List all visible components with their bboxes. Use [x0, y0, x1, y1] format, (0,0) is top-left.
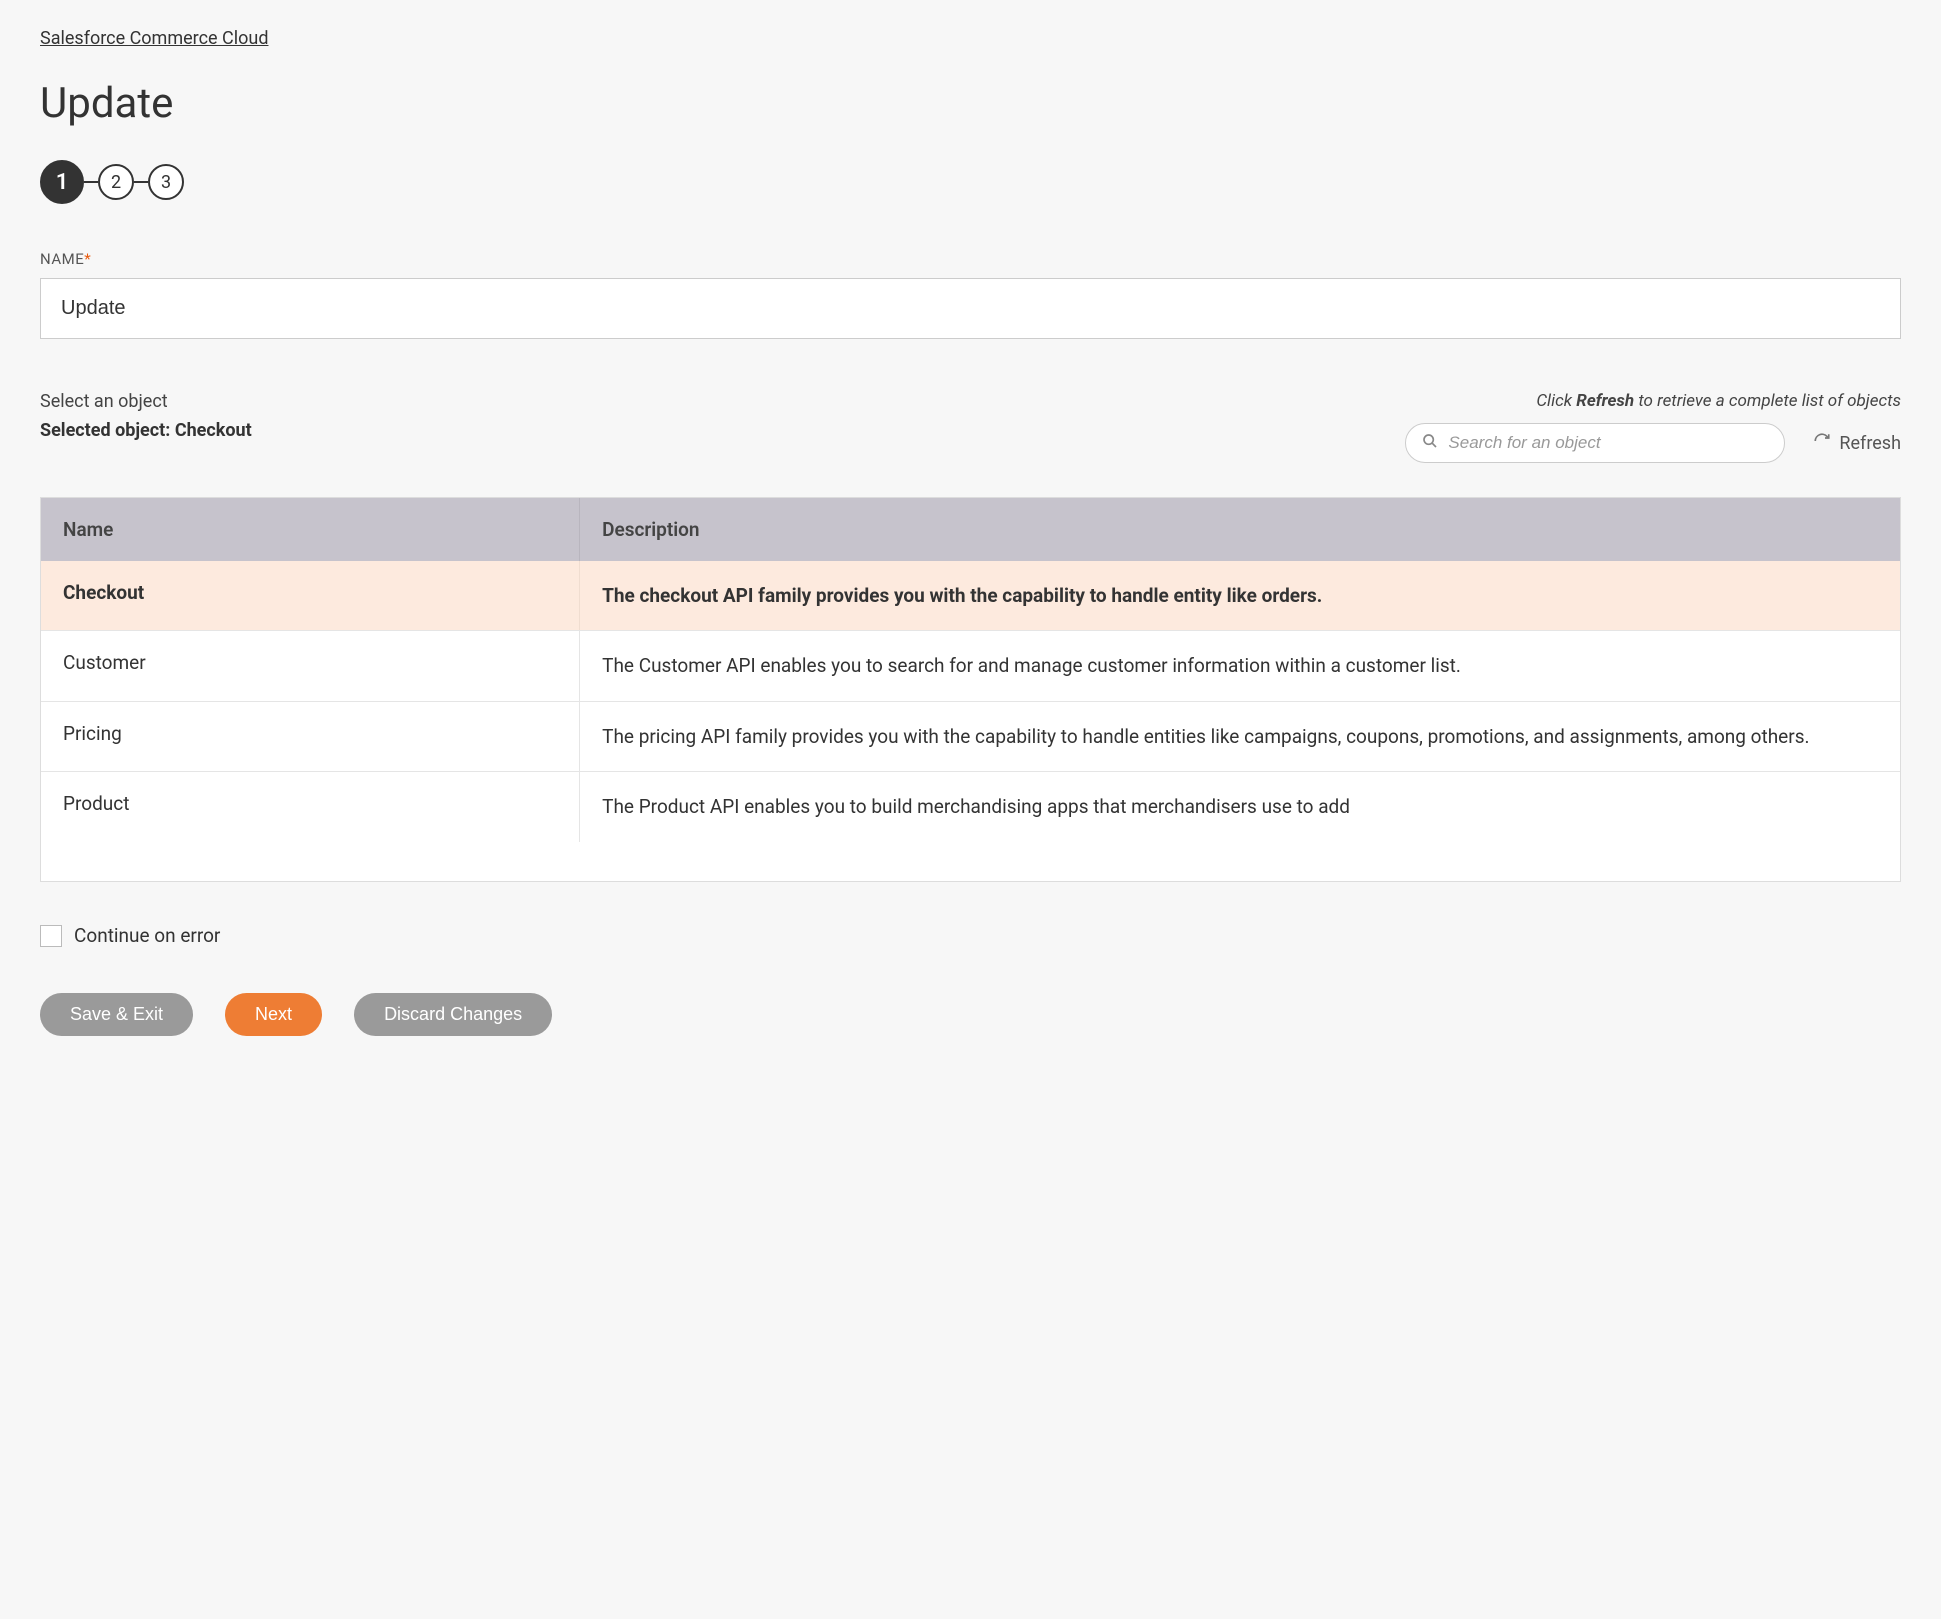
table-cell-description: The Customer API enables you to search f… [580, 631, 1900, 700]
select-object-label: Select an object [40, 391, 252, 412]
step-connector [134, 181, 148, 183]
table-cell-description: The Product API enables you to build mer… [580, 772, 1900, 841]
object-section: Select an object Selected object: Checko… [40, 391, 1901, 882]
search-box[interactable] [1405, 423, 1785, 463]
name-label-text: NAME [40, 250, 84, 268]
name-field-label: NAME* [40, 250, 1901, 268]
required-mark: * [84, 250, 91, 268]
objects-table: Name Description CheckoutThe checkout AP… [40, 497, 1901, 882]
name-field-block: NAME* [40, 250, 1901, 339]
hint-suffix: to retrieve a complete list of objects [1638, 391, 1901, 411]
table-row[interactable]: CheckoutThe checkout API family provides… [41, 561, 1900, 630]
table-cell-name: Checkout [41, 561, 580, 630]
hint-bold: Refresh [1576, 391, 1634, 411]
page-title: Update [40, 79, 1901, 128]
table-body[interactable]: CheckoutThe checkout API family provides… [41, 561, 1900, 881]
table-header-name: Name [41, 498, 580, 561]
table-row[interactable]: PricingThe pricing API family provides y… [41, 701, 1900, 771]
footer-buttons: Save & Exit Next Discard Changes [40, 993, 1901, 1036]
step-1[interactable]: 1 [40, 160, 84, 204]
continue-on-error-checkbox[interactable] [40, 925, 62, 947]
table-cell-name: Customer [41, 631, 580, 700]
step-2[interactable]: 2 [98, 164, 134, 200]
hint-prefix: Click [1536, 391, 1572, 411]
step-connector [84, 181, 98, 183]
save-exit-button[interactable]: Save & Exit [40, 993, 193, 1036]
table-cell-name: Product [41, 772, 580, 841]
selected-object-value: Checkout [175, 420, 252, 441]
table-row[interactable]: CustomerThe Customer API enables you to … [41, 630, 1900, 700]
selected-object-label: Selected object: Checkout [40, 420, 252, 441]
search-input[interactable] [1448, 433, 1768, 453]
discard-button[interactable]: Discard Changes [354, 993, 552, 1036]
search-icon [1422, 433, 1438, 454]
table-row[interactable]: ProductThe Product API enables you to bu… [41, 771, 1900, 841]
step-3[interactable]: 3 [148, 164, 184, 200]
continue-on-error-row: Continue on error [40, 924, 1901, 947]
selected-object-prefix: Selected object: [40, 420, 170, 441]
table-header: Name Description [41, 498, 1900, 561]
table-header-description: Description [580, 498, 1900, 561]
refresh-hint: Click Refresh to retrieve a complete lis… [1405, 391, 1901, 411]
refresh-button[interactable]: Refresh [1813, 432, 1901, 455]
table-cell-description: The checkout API family provides you wit… [580, 561, 1900, 630]
name-input[interactable] [40, 278, 1901, 339]
table-cell-name: Pricing [41, 702, 580, 771]
stepper: 1 2 3 [40, 160, 1901, 204]
continue-on-error-label: Continue on error [74, 924, 220, 947]
table-cell-description: The pricing API family provides you with… [580, 702, 1900, 771]
breadcrumb-link[interactable]: Salesforce Commerce Cloud [40, 28, 268, 49]
refresh-icon [1813, 432, 1831, 455]
next-button[interactable]: Next [225, 993, 322, 1036]
refresh-label: Refresh [1839, 433, 1901, 454]
